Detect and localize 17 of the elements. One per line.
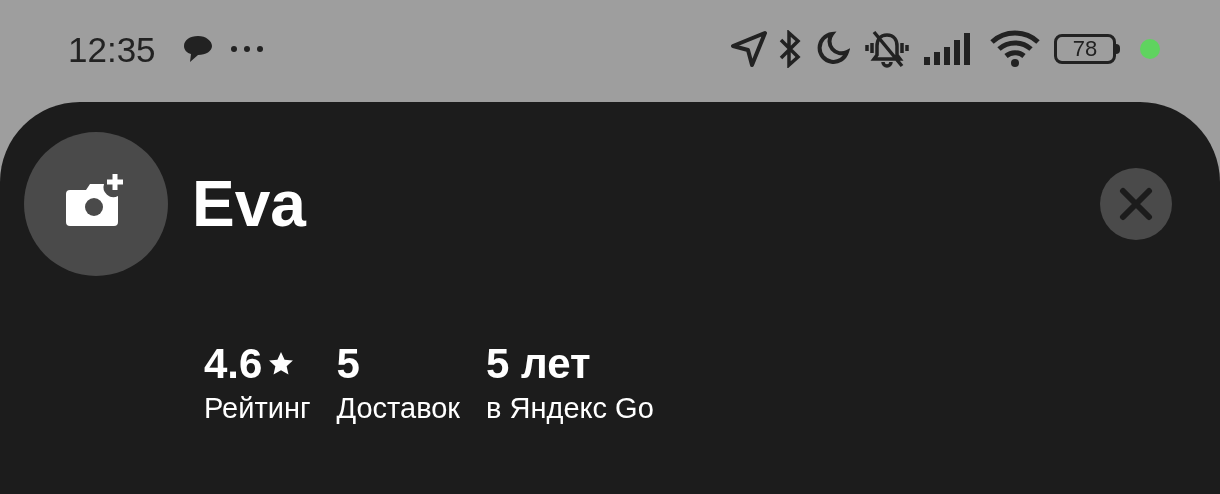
stat-label: в Яндекс Go (486, 391, 654, 426)
location-arrow-icon (730, 30, 768, 68)
bluetooth-icon (778, 30, 802, 68)
stat-label: Доставок (336, 391, 461, 426)
battery-percent: 78 (1072, 38, 1098, 60)
clock-time: 12:35 (68, 31, 156, 67)
close-icon (1119, 187, 1153, 221)
wifi-icon (990, 30, 1042, 68)
stat-label: Рейтинг (204, 391, 311, 426)
chat-bubble-icon (181, 34, 214, 64)
stat-value: 5 лет (486, 339, 591, 389)
user-name: Eva (192, 172, 306, 236)
stat-value: 5 (336, 339, 360, 389)
muted-bell-icon (864, 29, 910, 69)
more-dots-icon (229, 45, 264, 53)
stat-value: 4.6 (204, 339, 263, 389)
star-icon (268, 351, 295, 377)
